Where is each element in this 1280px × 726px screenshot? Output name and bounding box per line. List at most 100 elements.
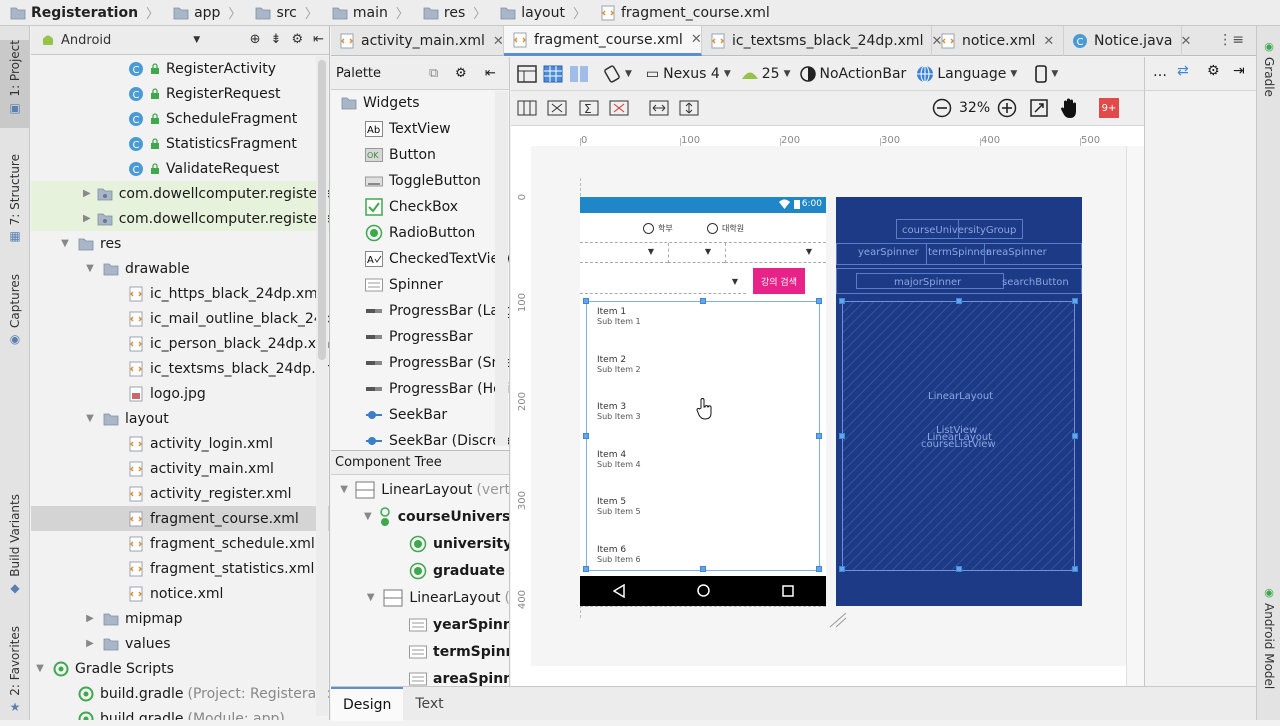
selection-handle[interactable] bbox=[700, 298, 706, 304]
tree-file[interactable]: C RegisterActivity bbox=[31, 56, 329, 81]
selection-handle[interactable] bbox=[583, 433, 589, 439]
breadcrumb-item[interactable]: main 〉 bbox=[322, 0, 413, 26]
blueprint-preview[interactable]: courseUniversityGroup yearSpinner termSpin… bbox=[836, 197, 1082, 606]
view-mode-label[interactable]: Android bbox=[61, 33, 111, 48]
tree-folder[interactable]: ▶ values bbox=[31, 631, 329, 656]
close-icon[interactable]: ✕ bbox=[691, 32, 702, 47]
palette-item[interactable]: CheckBox bbox=[331, 194, 509, 220]
project-scrollbar[interactable] bbox=[316, 56, 328, 716]
tree-folder[interactable]: ▼ layout bbox=[31, 406, 329, 431]
palette-item[interactable]: OK Button bbox=[331, 142, 509, 168]
term-spinner[interactable]: ▼ bbox=[668, 243, 725, 263]
tool-tab-android-model[interactable]: ◉ Android Model bbox=[1257, 586, 1280, 716]
tree-file[interactable]: build.gradle (Project: Registeratio bbox=[31, 681, 329, 706]
swap-icon[interactable]: ⇄ bbox=[1177, 63, 1189, 79]
chevron-down-icon[interactable]: ▼ bbox=[339, 484, 349, 495]
design-view-icon[interactable] bbox=[517, 64, 537, 83]
selection-handle[interactable] bbox=[816, 566, 822, 572]
chevron-down-icon[interactable]: ▼ bbox=[364, 592, 377, 603]
selection-handle[interactable] bbox=[839, 433, 845, 439]
tree-file[interactable]: C RegisterRequest bbox=[31, 81, 329, 106]
area-spinner[interactable]: ▼ bbox=[725, 243, 826, 263]
list-item[interactable]: Item 1 Sub Item 1 bbox=[597, 307, 641, 326]
design-canvas[interactable]: 0 100 200 300 400 500 0 100 200 300 400 6:00 학부 대… bbox=[511, 126, 1144, 686]
palette-item[interactable]: A CheckedTextView bbox=[331, 246, 509, 272]
hide-panel-icon[interactable]: ⇤ bbox=[485, 66, 496, 81]
hide-panel-icon[interactable]: ⇥ bbox=[1233, 63, 1245, 79]
component-tree-node[interactable]: university bbox=[331, 530, 509, 557]
warnings-badge[interactable]: 9+ bbox=[1099, 98, 1119, 118]
selection-handle[interactable] bbox=[1072, 298, 1078, 304]
palette-item[interactable]: ProgressBar (Sma bbox=[331, 350, 509, 376]
component-tree-node[interactable]: ▼ LinearLayout (vert bbox=[331, 476, 509, 503]
palette-item[interactable]: Ab TextView bbox=[331, 116, 509, 142]
selection-handle[interactable] bbox=[956, 566, 962, 572]
palette-item[interactable]: ToggleButton bbox=[331, 168, 509, 194]
fit-height-icon[interactable] bbox=[679, 99, 699, 117]
breadcrumb-item[interactable]: src 〉 bbox=[245, 0, 321, 26]
palette-item[interactable]: ProgressBar (Hori bbox=[331, 376, 509, 402]
pan-hand-icon[interactable] bbox=[1060, 97, 1080, 119]
breadcrumb-item[interactable]: app 〉 bbox=[163, 0, 245, 26]
editor-tab-fragment-course-xml[interactable]: fragment_course.xml ✕ bbox=[504, 26, 702, 56]
component-tree-node[interactable]: ▼ LinearLayout( bbox=[331, 584, 509, 611]
gear-icon[interactable]: ⚙ bbox=[1207, 63, 1220, 79]
tree-file[interactable]: C ScheduleFragment bbox=[31, 106, 329, 131]
tree-file[interactable]: logo.jpg bbox=[31, 381, 329, 406]
palette-item[interactable]: ProgressBar bbox=[331, 324, 509, 350]
tree-folder[interactable]: ▶ com.dowellcomputer.registera bbox=[31, 181, 329, 206]
tree-file[interactable]: activity_register.xml bbox=[31, 481, 329, 506]
breadcrumb-item[interactable]: fragment_course.xml bbox=[590, 0, 774, 26]
tool-tab--structure[interactable]: 7: Structure ▦ bbox=[0, 154, 30, 264]
resize-corner-icon[interactable] bbox=[828, 612, 848, 628]
tab-design[interactable]: Design bbox=[331, 686, 404, 721]
tree-file[interactable]: ic_https_black_24dp.xml bbox=[31, 281, 329, 306]
search-icon[interactable]: ⧉ bbox=[429, 66, 438, 81]
tool-tab--project[interactable]: 1: Project ▣ bbox=[0, 40, 30, 128]
close-icon[interactable]: ✕ bbox=[493, 34, 504, 49]
chevron-down-icon[interactable]: ▼ bbox=[364, 511, 372, 522]
selection-handle[interactable] bbox=[700, 566, 706, 572]
component-tree-node[interactable]: termSpinn bbox=[331, 638, 509, 665]
palette-item[interactable]: ProgressBar (Larg bbox=[331, 298, 509, 324]
tree-file[interactable]: notice.xml bbox=[31, 581, 329, 606]
palette-item[interactable]: RadioButton bbox=[331, 220, 509, 246]
tree-file[interactable]: fragment_course.xml bbox=[31, 506, 329, 531]
list-item[interactable]: Item 2 Sub Item 2 bbox=[597, 355, 641, 374]
collapse-icon[interactable]: ⇟ bbox=[271, 32, 282, 47]
component-tree-node[interactable]: ▼ courseUnivers bbox=[331, 503, 509, 530]
list-item[interactable]: Item 5 Sub Item 5 bbox=[597, 497, 641, 516]
language-selector[interactable]: Language ▼ bbox=[916, 65, 1017, 83]
tool-tab-captures[interactable]: Captures ◉ bbox=[0, 274, 30, 346]
hide-panel-icon[interactable]: ⇤ bbox=[313, 32, 324, 47]
device-selector[interactable]: ▭ Nexus 4 ▼ bbox=[646, 66, 731, 82]
close-icon[interactable]: ✕ bbox=[1043, 34, 1054, 49]
blueprint-view-icon[interactable] bbox=[543, 65, 563, 83]
list-item[interactable]: Item 6 Sub Item 6 bbox=[597, 545, 641, 564]
chevron-right-icon[interactable]: ▶ bbox=[83, 213, 91, 224]
component-tree-node[interactable]: areaSpinn bbox=[331, 665, 509, 686]
chevron-right-icon[interactable]: ▶ bbox=[83, 188, 91, 199]
selection-handle[interactable] bbox=[583, 566, 589, 572]
tree-file[interactable]: ic_person_black_24dp.xml bbox=[31, 331, 329, 356]
theme-selector[interactable]: NoActionBar bbox=[800, 66, 906, 82]
chevron-down-icon[interactable]: ▼ bbox=[58, 238, 72, 249]
chevron-down-icon[interactable]: ▼ bbox=[193, 35, 200, 45]
gear-icon[interactable]: ⚙ bbox=[455, 66, 467, 81]
year-spinner[interactable]: ▼ bbox=[580, 243, 668, 263]
chevron-down-icon[interactable]: ▼ bbox=[83, 263, 97, 274]
tool-tab--favorites[interactable]: 2: Favorites ★ bbox=[0, 626, 30, 726]
tree-folder[interactable]: ▼ res bbox=[31, 231, 329, 256]
chevron-down-icon[interactable]: ▼ bbox=[83, 413, 97, 424]
tree-file[interactable]: activity_login.xml bbox=[31, 431, 329, 456]
sync-icon[interactable]: ⊕ bbox=[250, 32, 261, 47]
component-tree-node[interactable]: graduate bbox=[331, 557, 509, 584]
zoom-in-icon[interactable] bbox=[997, 98, 1017, 118]
device-frame-icon[interactable]: ▼ bbox=[1035, 64, 1058, 83]
editor-tab-ic-textsms-black-24dp-xml[interactable]: ic_textsms_black_24dp.xml ✕ bbox=[702, 26, 942, 56]
course-list-view[interactable]: Item 1 Sub Item 1 Item 2 Sub Item 2 Item 3 Su… bbox=[586, 301, 820, 571]
tool-tab-gradle[interactable]: ◉ Gradle bbox=[1257, 40, 1280, 130]
tree-file[interactable]: ▼ Gradle Scripts bbox=[31, 656, 329, 681]
close-icon[interactable]: ✕ bbox=[1181, 34, 1192, 49]
canvas-scrollbar-vertical[interactable] bbox=[1126, 146, 1144, 686]
